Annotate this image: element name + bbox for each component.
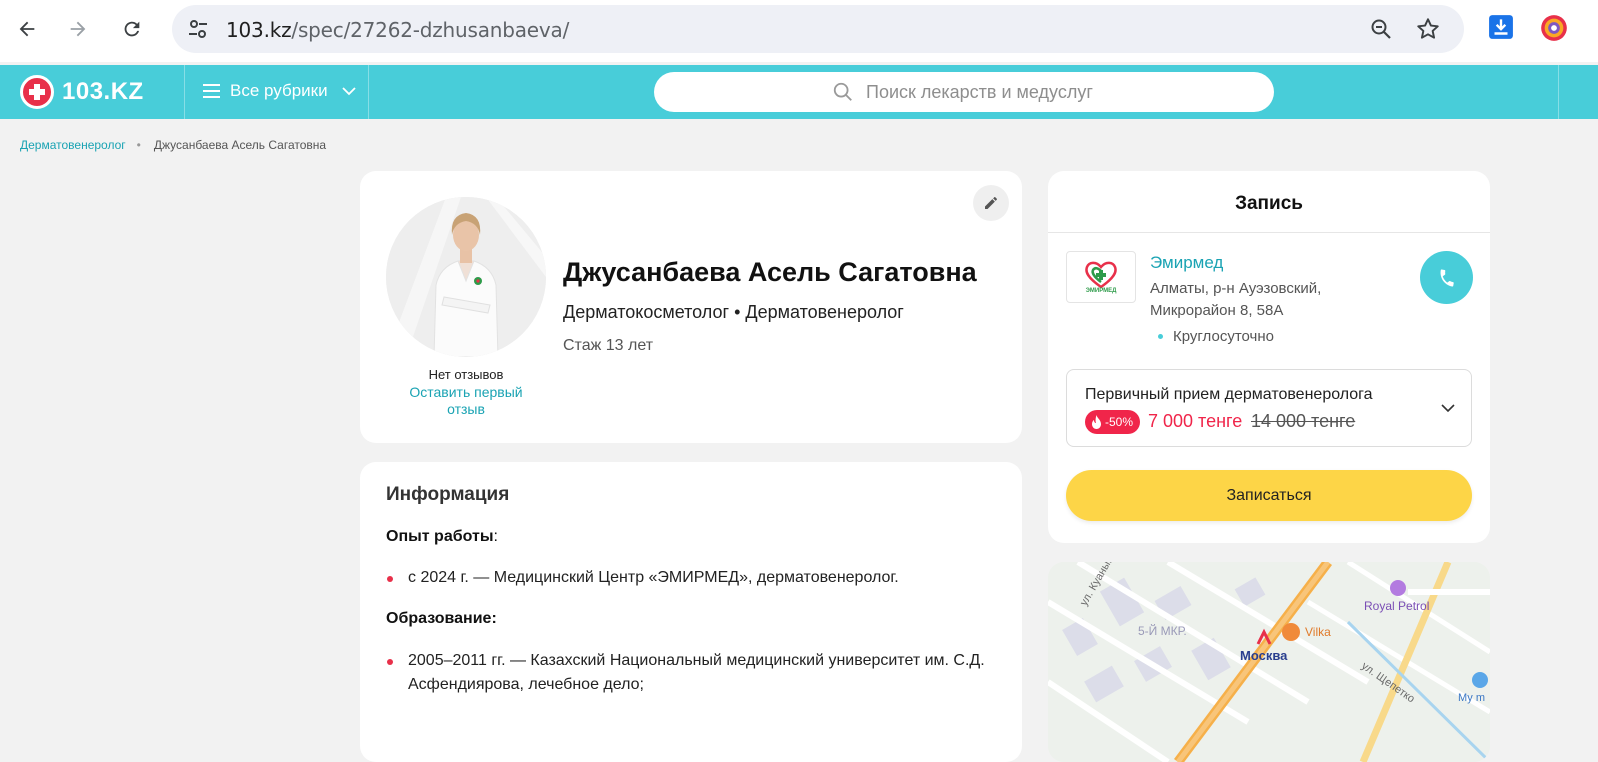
download-icon[interactable] bbox=[1488, 14, 1514, 45]
all-rubrics-button[interactable]: Все рубрики bbox=[203, 81, 356, 101]
book-appointment-button[interactable]: Записаться bbox=[1066, 470, 1472, 521]
no-reviews-text: Нет отзывов bbox=[428, 367, 504, 382]
doctor-name: Джусанбаева Асель Сагатовна bbox=[563, 257, 977, 287]
site-logo[interactable]: 103.KZ bbox=[20, 73, 144, 111]
zoom-icon[interactable] bbox=[1369, 17, 1393, 46]
breadcrumb-separator: • bbox=[136, 138, 141, 152]
list-bullet bbox=[387, 576, 393, 582]
map-label-poi: Му m bbox=[1458, 692, 1486, 704]
service-select[interactable]: Первичный прием дерматовенеролога -50% 7… bbox=[1066, 369, 1472, 447]
call-button[interactable] bbox=[1420, 251, 1473, 304]
appointment-card: Запись ЭМИРМЕД Эмирмед Алматы, р-н Ауэзо… bbox=[1048, 171, 1490, 543]
search-icon bbox=[832, 81, 854, 108]
chevron-down-icon bbox=[341, 86, 356, 95]
doctor-specialties: Дерматокосметолог • Дерматовенеролог bbox=[563, 302, 904, 322]
map-label-royal-petrol: Royal Petrol bbox=[1364, 599, 1430, 613]
bookmark-star-icon[interactable] bbox=[1415, 16, 1441, 47]
clinic-logo[interactable]: ЭМИРМЕД bbox=[1066, 251, 1136, 303]
status-dot bbox=[1158, 334, 1163, 339]
clinic-hours: Круглосуточно bbox=[1158, 328, 1274, 345]
list-bullet bbox=[387, 659, 393, 665]
info-card: Информация Опыт работы: с 2024 г. — Меди… bbox=[360, 462, 1022, 762]
map-label-metro: Москва bbox=[1240, 648, 1288, 663]
breadcrumb-current: Джусанбаева Асель Сагатовна bbox=[153, 138, 327, 152]
back-arrow-icon[interactable] bbox=[12, 14, 42, 44]
address-bar[interactable]: 103.kz/spec/27262-dzhusanbaeva/ bbox=[172, 5, 1464, 53]
price-discounted: 7 000 тенге bbox=[1148, 411, 1243, 431]
doctor-profile-card: Нет отзывов Оставить первый отзыв Джусан… bbox=[360, 171, 1022, 443]
site-header: 103.KZ Все рубрики bbox=[0, 65, 1598, 119]
logo-text: 103.KZ bbox=[62, 78, 144, 105]
search-input[interactable] bbox=[866, 78, 1256, 106]
clinic-address: Алматы, р-н Ауэзовский, Микрорайон 8, 58… bbox=[1150, 280, 1322, 319]
doctor-experience: Стаж 13 лет bbox=[563, 337, 654, 354]
clinic-logo-text: ЭМИРМЕД bbox=[1085, 288, 1117, 294]
header-divider bbox=[368, 65, 369, 119]
map-label-vilka: Vilka bbox=[1305, 625, 1331, 639]
edit-button[interactable] bbox=[973, 185, 1009, 221]
header-divider bbox=[1558, 65, 1559, 119]
education-heading: Образование: bbox=[386, 610, 497, 627]
chevron-down-icon bbox=[1441, 400, 1455, 418]
map-label-district: 5-Й МКР. bbox=[1138, 624, 1187, 638]
leave-first-review-link[interactable]: Оставить первый отзыв bbox=[400, 384, 532, 418]
clinic-name-link[interactable]: Эмирмед bbox=[1150, 253, 1223, 273]
pencil-icon bbox=[985, 197, 997, 209]
education-item: 2005–2011 гг. — Казахский Национальный м… bbox=[408, 652, 985, 693]
info-title: Информация bbox=[386, 484, 510, 505]
appointment-title: Запись bbox=[1235, 193, 1303, 214]
flame-icon bbox=[1092, 415, 1101, 429]
breadcrumb: Дерматовенеролог • Джусанбаева Асель Саг… bbox=[20, 138, 326, 152]
url-text: 103.kz/spec/27262-dzhusanbaeva/ bbox=[226, 18, 570, 42]
search-box bbox=[654, 72, 1274, 112]
clinic-map[interactable]: ул. Куанышбае 5-Й МКР. Москва Vilka Roya… bbox=[1048, 562, 1490, 762]
phone-icon bbox=[1440, 268, 1454, 287]
work-experience-heading: Опыт работы: bbox=[386, 528, 498, 545]
price-original: 14 000 тенге bbox=[1251, 411, 1356, 431]
breadcrumb-link-dermatovenerologist[interactable]: Дерматовенеролог bbox=[20, 138, 126, 152]
browser-toolbar: 103.kz/spec/27262-dzhusanbaeva/ bbox=[0, 0, 1598, 62]
doctor-avatar bbox=[386, 197, 546, 357]
logo-cross-icon bbox=[20, 75, 54, 109]
discount-badge: -50% bbox=[1085, 410, 1141, 434]
extension-icon[interactable] bbox=[1540, 14, 1568, 47]
divider bbox=[1048, 232, 1490, 233]
header-divider bbox=[184, 65, 185, 119]
site-settings-icon[interactable] bbox=[186, 17, 210, 41]
forward-arrow-icon[interactable] bbox=[63, 14, 93, 44]
service-name: Первичный прием дерматовенеролога bbox=[1085, 386, 1373, 403]
clinic-heart-icon bbox=[1085, 261, 1117, 288]
all-rubrics-label: Все рубрики bbox=[230, 81, 328, 100]
work-item: с 2024 г. — Медицинский Центр «ЭМИРМЕД»,… bbox=[408, 569, 899, 586]
menu-icon bbox=[203, 84, 220, 98]
reload-icon[interactable] bbox=[117, 14, 147, 44]
